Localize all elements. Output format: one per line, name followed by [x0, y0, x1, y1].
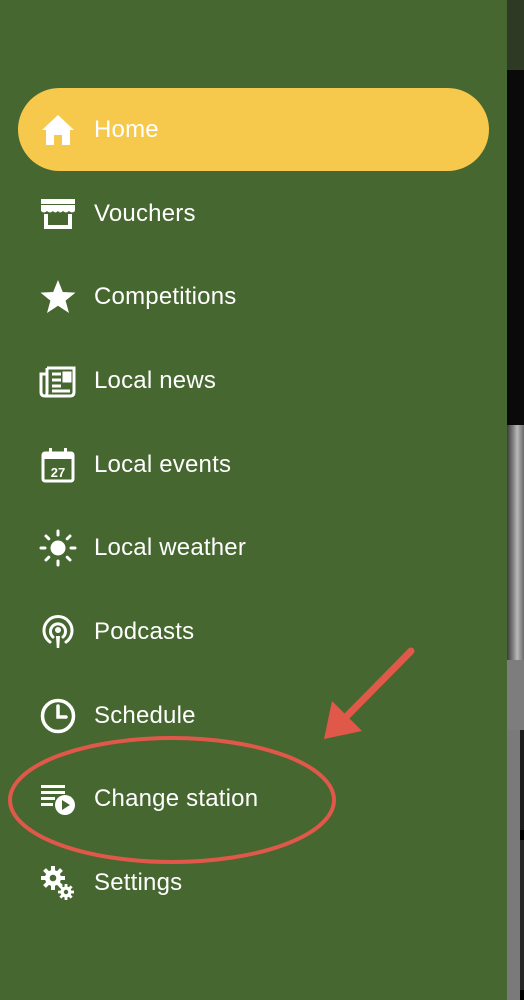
menu-item-label: Schedule [94, 701, 196, 729]
calendar-day-number: 27 [51, 465, 65, 480]
menu-item-competitions[interactable]: Competitions [0, 255, 507, 339]
background-content-peek [507, 0, 524, 1000]
menu-item-local-news[interactable]: Local news [0, 339, 507, 423]
menu-item-label: Vouchers [94, 199, 196, 227]
menu-item-label: Home [94, 115, 159, 143]
menu-item-label: Settings [94, 869, 183, 897]
gears-icon [39, 864, 77, 902]
calendar-icon: 27 [39, 446, 77, 484]
menu-item-label: Local news [94, 366, 217, 394]
menu-item-label: Change station [94, 785, 259, 813]
menu-item-local-events[interactable]: 27 Local events [0, 423, 507, 507]
storefront-icon [39, 195, 77, 233]
menu-item-change-station[interactable]: Change station [0, 758, 507, 842]
home-icon [39, 111, 77, 149]
menu-list: Home Vouchers Competitions Local news 27… [0, 88, 507, 925]
menu-item-label: Local weather [94, 534, 247, 562]
podcast-icon [39, 613, 77, 651]
star-icon [39, 278, 77, 316]
menu-item-local-weather[interactable]: Local weather [0, 506, 507, 590]
menu-item-podcasts[interactable]: Podcasts [0, 590, 507, 674]
navigation-drawer: Home Vouchers Competitions Local news 27… [0, 0, 507, 1000]
newspaper-icon [39, 362, 77, 400]
menu-item-label: Local events [94, 450, 232, 478]
clock-icon [39, 697, 77, 735]
sun-icon [39, 529, 77, 567]
menu-item-vouchers[interactable]: Vouchers [0, 172, 507, 256]
menu-item-home[interactable]: Home [0, 88, 507, 172]
menu-item-label: Competitions [94, 283, 237, 311]
menu-item-settings[interactable]: Settings [0, 841, 507, 925]
menu-item-label: Podcasts [94, 617, 195, 645]
menu-item-schedule[interactable]: Schedule [0, 674, 507, 758]
playlist-play-icon [39, 780, 77, 818]
